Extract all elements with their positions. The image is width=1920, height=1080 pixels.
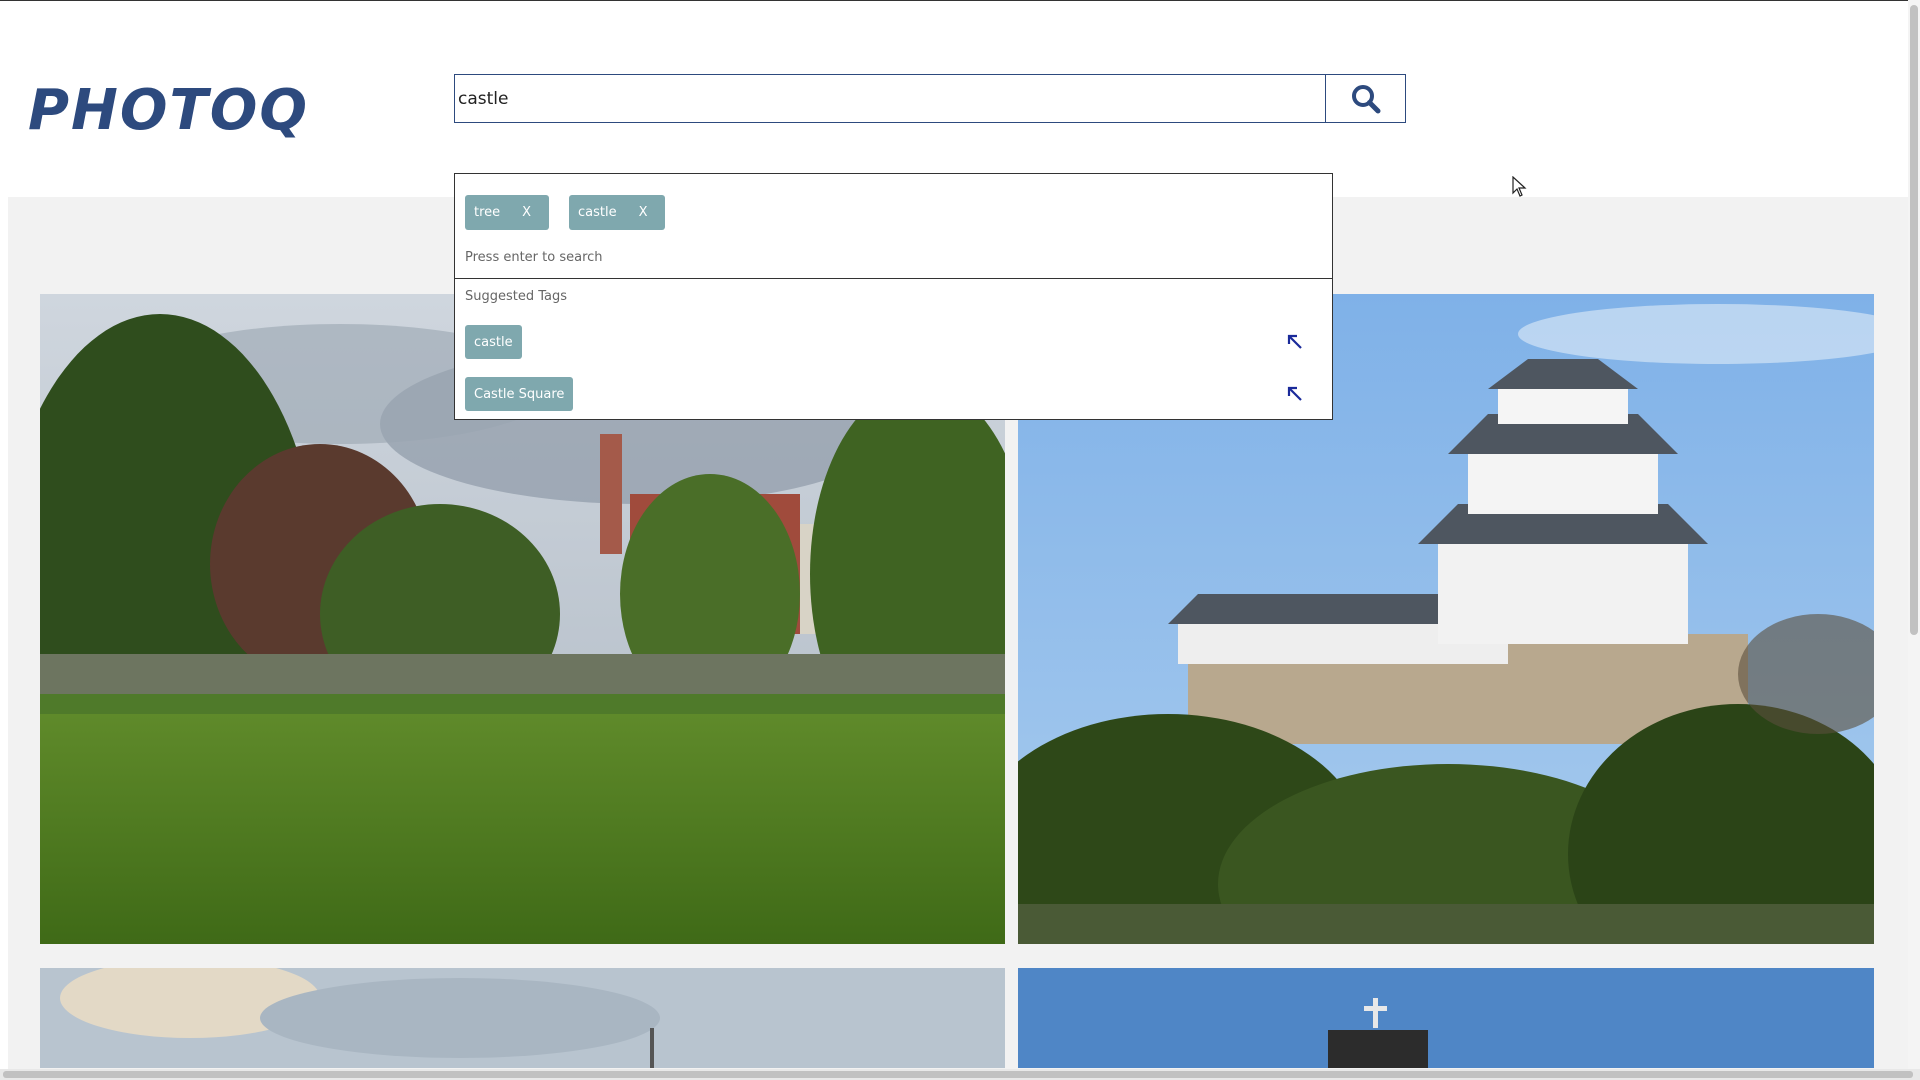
app-logo[interactable]: PHOTOQ <box>28 78 309 143</box>
search-bar <box>454 74 1406 123</box>
photo-cloudy-sky-image <box>40 968 1005 1068</box>
top-border <box>0 0 1920 1</box>
dropdown-divider <box>455 278 1332 279</box>
tag-label: tree <box>474 205 501 220</box>
remove-tag-button[interactable]: X <box>522 205 531 220</box>
suggested-tag-castle-square[interactable]: Castle Square <box>465 377 574 411</box>
arrow-up-left-icon[interactable] <box>1285 384 1305 404</box>
tag-dropdown: tree X castle X Press enter to search Su… <box>454 173 1333 420</box>
horizontal-scrollbar[interactable] <box>0 1069 1920 1080</box>
search-input[interactable] <box>454 74 1325 123</box>
photo-church-tower[interactable] <box>1018 968 1874 1068</box>
suggested-tags-title: Suggested Tags <box>465 289 568 304</box>
photo-church-tower-image <box>1018 968 1874 1068</box>
horizontal-scrollbar-thumb[interactable] <box>3 1071 1913 1078</box>
vertical-scrollbar-thumb[interactable] <box>1910 5 1918 635</box>
search-hint: Press enter to search <box>465 250 603 265</box>
selected-tag-chip: tree X <box>465 195 549 230</box>
mouse-cursor-icon <box>1512 176 1527 197</box>
search-icon <box>1351 84 1380 113</box>
suggested-tag-castle[interactable]: castle <box>465 325 522 359</box>
remove-tag-button[interactable]: X <box>639 205 648 220</box>
vertical-scrollbar[interactable] <box>1908 0 1920 1069</box>
selected-tag-chip: castle X <box>569 195 665 230</box>
tag-label: castle <box>578 205 617 220</box>
search-button[interactable] <box>1325 74 1406 123</box>
arrow-up-left-icon[interactable] <box>1285 332 1305 352</box>
photo-cloudy-sky[interactable] <box>40 968 1005 1068</box>
